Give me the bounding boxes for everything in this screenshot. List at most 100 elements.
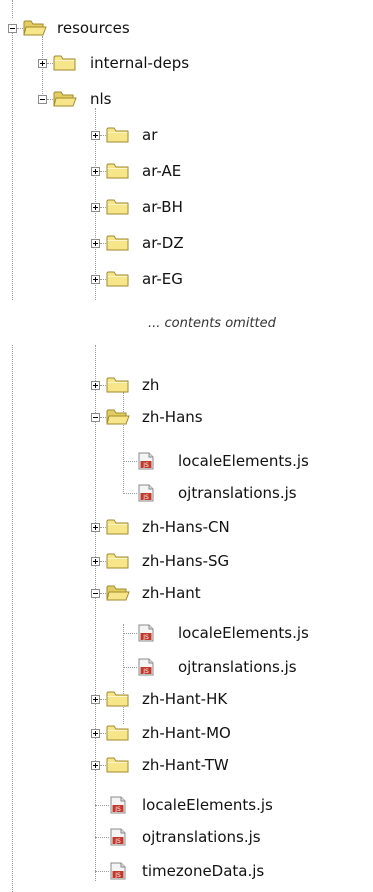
expand-toggle-icon[interactable] bbox=[91, 203, 100, 212]
folder-icon bbox=[53, 54, 77, 76]
expand-toggle-icon[interactable] bbox=[91, 523, 100, 532]
file-ojtranslations-js[interactable]: JS ojtranslations.js bbox=[0, 480, 373, 506]
file-tree: ... contents omitted resources internal-… bbox=[0, 0, 373, 892]
file-localeelements-js[interactable]: JS localeElements.js bbox=[0, 792, 373, 818]
tree-item-label: ojtranslations.js bbox=[178, 484, 297, 502]
tree-item-label: ar bbox=[142, 126, 158, 144]
tree-item-label: localeElements.js bbox=[178, 624, 309, 642]
expand-toggle-icon[interactable] bbox=[91, 729, 100, 738]
expand-toggle-icon[interactable] bbox=[91, 557, 100, 566]
folder-ar[interactable]: ar bbox=[0, 122, 373, 148]
folder-nls[interactable]: nls bbox=[0, 86, 373, 112]
folder-zh-hans-sg[interactable]: zh-Hans-SG bbox=[0, 548, 373, 574]
tree-item-label: zh-Hant-TW bbox=[142, 756, 229, 774]
folder-zh-hant-tw[interactable]: zh-Hant-TW bbox=[0, 752, 373, 778]
collapse-toggle-icon[interactable] bbox=[91, 589, 100, 598]
tree-connector-line bbox=[95, 871, 109, 872]
collapse-toggle-icon[interactable] bbox=[8, 24, 17, 33]
folder-zh-hant[interactable]: zh-Hant bbox=[0, 580, 373, 606]
expand-toggle-icon[interactable] bbox=[91, 381, 100, 390]
js-file-icon: JS bbox=[138, 658, 154, 680]
tree-item-label: ojtranslations.js bbox=[142, 828, 261, 846]
tree-item-label: ar-BH bbox=[142, 198, 183, 216]
tree-item-label: nls bbox=[90, 90, 112, 108]
folder-zh[interactable]: zh bbox=[0, 372, 373, 398]
collapse-toggle-icon[interactable] bbox=[38, 95, 47, 104]
tree-item-label: ar-AE bbox=[142, 162, 182, 180]
folder-icon bbox=[106, 126, 130, 148]
folder-icon bbox=[106, 162, 130, 184]
folder-internal-deps[interactable]: internal-deps bbox=[0, 50, 373, 76]
svg-text:JS: JS bbox=[114, 806, 121, 813]
folder-icon bbox=[106, 518, 130, 540]
tree-item-label: zh-Hans-SG bbox=[142, 552, 230, 570]
svg-text:JS: JS bbox=[142, 668, 149, 675]
tree-connector-line bbox=[123, 461, 137, 462]
svg-text:JS: JS bbox=[114, 838, 121, 845]
file-ojtranslations-js[interactable]: JS ojtranslations.js bbox=[0, 654, 373, 680]
file-localeelements-js[interactable]: JS localeElements.js bbox=[0, 448, 373, 474]
svg-text:JS: JS bbox=[142, 494, 149, 501]
tree-item-label: localeElements.js bbox=[178, 452, 309, 470]
folder-ar-bh[interactable]: ar-BH bbox=[0, 194, 373, 220]
file-localeelements-js[interactable]: JS localeElements.js bbox=[0, 620, 373, 646]
folder-open-icon bbox=[23, 19, 47, 41]
folder-icon bbox=[106, 724, 130, 746]
tree-item-label: ar-EG bbox=[142, 270, 183, 288]
tree-item-label: zh-Hans bbox=[142, 408, 203, 426]
svg-text:JS: JS bbox=[142, 462, 149, 469]
tree-item-label: localeElements.js bbox=[142, 796, 273, 814]
folder-ar-dz[interactable]: ar-DZ bbox=[0, 230, 373, 256]
tree-item-label: ojtranslations.js bbox=[178, 658, 297, 676]
tree-item-label: zh bbox=[142, 376, 160, 394]
js-file-icon: JS bbox=[138, 484, 154, 506]
tree-connector-line bbox=[123, 667, 137, 668]
js-file-icon: JS bbox=[110, 828, 126, 850]
folder-icon bbox=[106, 756, 130, 778]
folder-icon bbox=[106, 198, 130, 220]
tree-connector-line bbox=[123, 633, 137, 634]
folder-zh-hans[interactable]: zh-Hans bbox=[0, 404, 373, 430]
folder-zh-hant-mo[interactable]: zh-Hant-MO bbox=[0, 720, 373, 746]
folder-ar-ae[interactable]: ar-AE bbox=[0, 158, 373, 184]
svg-text:JS: JS bbox=[142, 634, 149, 641]
expand-toggle-icon[interactable] bbox=[38, 59, 47, 68]
folder-icon bbox=[106, 234, 130, 256]
folder-icon bbox=[106, 690, 130, 712]
tree-connector-line bbox=[95, 805, 109, 806]
tree-item-label: zh-Hans-CN bbox=[142, 518, 230, 536]
folder-open-icon bbox=[106, 584, 130, 606]
js-file-icon: JS bbox=[110, 862, 126, 884]
expand-toggle-icon[interactable] bbox=[91, 761, 100, 770]
tree-item-label: ar-DZ bbox=[142, 234, 184, 252]
file-ojtranslations-js[interactable]: JS ojtranslations.js bbox=[0, 824, 373, 850]
folder-open-icon bbox=[53, 90, 77, 112]
tree-item-label: internal-deps bbox=[90, 54, 190, 72]
folder-icon bbox=[106, 376, 130, 398]
folder-ar-eg[interactable]: ar-EG bbox=[0, 266, 373, 292]
folder-open-icon bbox=[106, 408, 130, 430]
tree-item-label: zh-Hant bbox=[142, 584, 201, 602]
tree-connector-line bbox=[95, 837, 109, 838]
expand-toggle-icon[interactable] bbox=[91, 131, 100, 140]
collapse-toggle-icon[interactable] bbox=[91, 413, 100, 422]
contents-omitted-note: ... contents omitted bbox=[148, 316, 276, 331]
expand-toggle-icon[interactable] bbox=[91, 167, 100, 176]
svg-text:JS: JS bbox=[114, 872, 121, 879]
tree-item-label: zh-Hant-HK bbox=[142, 690, 228, 708]
js-file-icon: JS bbox=[138, 624, 154, 646]
expand-toggle-icon[interactable] bbox=[91, 695, 100, 704]
expand-toggle-icon[interactable] bbox=[91, 239, 100, 248]
file-timezonedata-js[interactable]: JS timezoneData.js bbox=[0, 858, 373, 884]
tree-item-label: timezoneData.js bbox=[142, 862, 265, 880]
tree-connector-line bbox=[123, 493, 137, 494]
js-file-icon: JS bbox=[110, 796, 126, 818]
folder-resources[interactable]: resources bbox=[0, 15, 373, 41]
js-file-icon: JS bbox=[138, 452, 154, 474]
folder-icon bbox=[106, 270, 130, 292]
tree-item-label: resources bbox=[57, 19, 130, 37]
folder-zh-hant-hk[interactable]: zh-Hant-HK bbox=[0, 686, 373, 712]
tree-item-label: zh-Hant-MO bbox=[142, 724, 231, 742]
folder-zh-hans-cn[interactable]: zh-Hans-CN bbox=[0, 514, 373, 540]
expand-toggle-icon[interactable] bbox=[91, 275, 100, 284]
